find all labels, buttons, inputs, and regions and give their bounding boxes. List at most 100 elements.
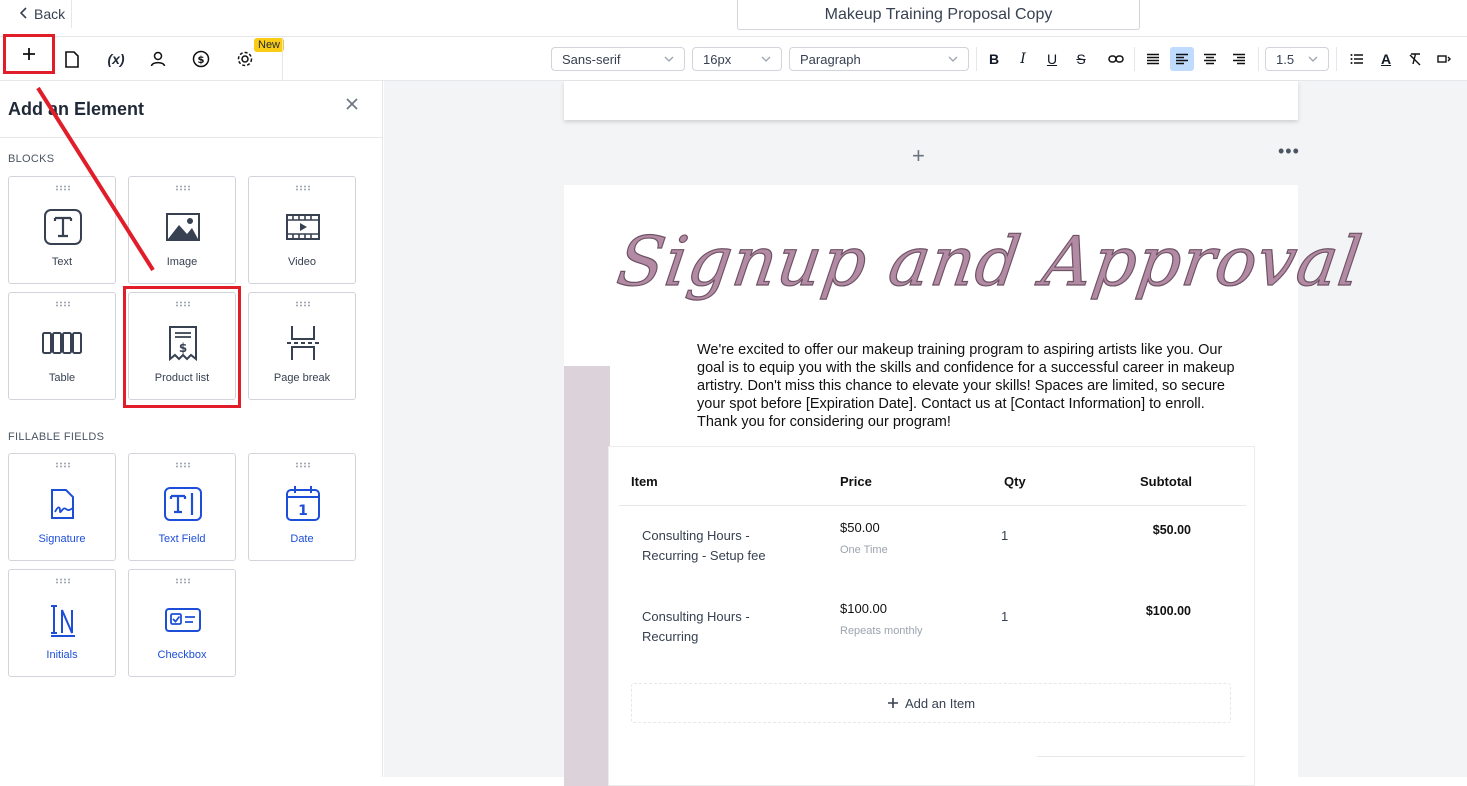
- link-button[interactable]: [1104, 47, 1128, 71]
- pages-button[interactable]: [52, 37, 92, 81]
- chevron-down-icon: [761, 56, 771, 62]
- drag-handle-icon: [56, 185, 70, 191]
- totals-divider: [1037, 756, 1245, 757]
- product-list-table[interactable]: Item Price Qty Subtotal Consulting Hours…: [608, 446, 1255, 786]
- clear-format-button[interactable]: [1403, 47, 1427, 71]
- row-2-price-note: Repeats monthly: [840, 625, 923, 637]
- tile-label: Table: [48, 372, 76, 384]
- document-title[interactable]: Makeup Training Proposal Copy: [737, 0, 1140, 30]
- variables-button[interactable]: (x): [96, 37, 136, 81]
- list-icon: [1350, 54, 1363, 64]
- svg-text:$: $: [198, 55, 205, 66]
- column-header-qty: Qty: [1004, 474, 1026, 489]
- italic-button[interactable]: I: [1011, 47, 1035, 71]
- block-type-value: Paragraph: [800, 51, 861, 67]
- recipients-button[interactable]: [138, 37, 178, 81]
- add-page-button[interactable]: +: [912, 143, 925, 169]
- text-icon: [44, 209, 82, 245]
- intro-paragraph[interactable]: We're excited to offer our makeup traini…: [697, 341, 1237, 431]
- close-panel-button[interactable]: [343, 95, 361, 113]
- close-icon: [346, 98, 358, 110]
- align-right-button[interactable]: [1227, 47, 1251, 71]
- align-right-icon: [1233, 53, 1245, 65]
- page-options-button[interactable]: •••: [1278, 141, 1300, 162]
- align-justify-icon: [1147, 53, 1159, 65]
- row-1-price[interactable]: $50.00: [840, 518, 880, 538]
- column-header-price: Price: [840, 474, 872, 489]
- bold-button[interactable]: B: [982, 47, 1006, 71]
- list-button[interactable]: [1345, 47, 1369, 71]
- row-1-item-line2[interactable]: Recurring - Setup fee: [642, 546, 766, 566]
- more-format-button[interactable]: [1432, 47, 1456, 71]
- back-label: Back: [34, 6, 66, 22]
- editor-toolbar: (x) $ New Sans-serif 16px Paragraph B I …: [0, 34, 1467, 81]
- row-2-subtotal: $100.00: [1145, 604, 1191, 618]
- tile-label: Signature: [38, 533, 86, 545]
- document-page[interactable]: Signup and Approval We're excited to off…: [564, 185, 1368, 786]
- dollar-icon: $: [192, 50, 210, 68]
- signature-field-tile[interactable]: Signature: [8, 453, 116, 561]
- row-2-qty[interactable]: 1: [1001, 607, 1008, 627]
- page-heading[interactable]: Signup and Approval: [612, 222, 1368, 302]
- text-field-icon: [164, 487, 202, 521]
- chevron-down-icon: [948, 56, 958, 62]
- page-break-block-tile[interactable]: Page break: [248, 292, 356, 400]
- checkbox-icon: [165, 608, 201, 632]
- add-item-button[interactable]: Add an Item: [631, 683, 1231, 723]
- row-2-price[interactable]: $100.00: [840, 599, 887, 619]
- toolbar-divider: [1258, 47, 1259, 71]
- checkbox-field-tile[interactable]: Checkbox: [128, 569, 236, 677]
- back-button[interactable]: Back: [8, 0, 72, 28]
- block-type-select[interactable]: Paragraph: [789, 47, 969, 71]
- font-size-select[interactable]: 16px: [692, 47, 782, 71]
- drag-handle-icon: [296, 185, 310, 191]
- font-family-select[interactable]: Sans-serif: [551, 47, 685, 71]
- fillable-section-label: FILLABLE FIELDS: [8, 431, 105, 443]
- image-block-tile[interactable]: Image: [128, 176, 236, 284]
- tile-label: Page break: [273, 372, 331, 384]
- header-divider: [619, 505, 1246, 506]
- drag-handle-icon: [56, 578, 70, 584]
- text-field-tile[interactable]: Text Field: [128, 453, 236, 561]
- link-icon: [1108, 55, 1124, 63]
- row-2-item-line2[interactable]: Recurring: [642, 627, 698, 647]
- font-color-button[interactable]: A: [1374, 47, 1398, 71]
- decorative-sidebar-band: [564, 366, 610, 786]
- page-break-icon: [287, 326, 319, 360]
- tile-label: Checkbox: [157, 649, 207, 661]
- align-justify-button[interactable]: [1141, 47, 1165, 71]
- chevron-down-icon: [1308, 56, 1318, 62]
- line-height-select[interactable]: 1.5: [1265, 47, 1329, 71]
- toolbar-divider: [1134, 47, 1135, 71]
- tile-label: Date: [290, 533, 314, 545]
- document-canvas: + ••• Signup and Approval We're excited …: [384, 81, 1467, 786]
- pricing-button[interactable]: $: [181, 37, 221, 81]
- row-2-item-line1[interactable]: Consulting Hours -: [642, 607, 750, 627]
- video-block-tile[interactable]: Video: [248, 176, 356, 284]
- align-left-button[interactable]: [1170, 47, 1194, 71]
- add-element-button[interactable]: [3, 34, 55, 74]
- date-field-tile[interactable]: 1 Date: [248, 453, 356, 561]
- add-element-panel: Add an Element BLOCKS Text Image Video T…: [0, 81, 383, 777]
- initials-icon: [51, 605, 75, 637]
- plus-icon: [23, 48, 35, 60]
- initials-field-tile[interactable]: Initials: [8, 569, 116, 677]
- table-block-tile[interactable]: Table: [8, 292, 116, 400]
- row-1-subtotal: $50.00: [1152, 523, 1191, 537]
- tile-label: Text Field: [158, 533, 206, 545]
- drag-handle-icon: [56, 462, 70, 468]
- italic-icon: I: [1020, 51, 1026, 67]
- underline-button[interactable]: U: [1040, 47, 1064, 71]
- user-icon: [150, 51, 166, 67]
- row-1-item-line1[interactable]: Consulting Hours -: [642, 526, 750, 546]
- strikethrough-button[interactable]: S: [1069, 47, 1093, 71]
- plus-icon: +: [912, 143, 925, 168]
- chevron-left-icon: [19, 6, 28, 22]
- font-color-icon: A: [1380, 51, 1392, 67]
- align-center-button[interactable]: [1198, 47, 1222, 71]
- row-1-qty[interactable]: 1: [1001, 526, 1008, 546]
- signature-icon: [51, 489, 74, 519]
- drag-handle-icon: [296, 301, 310, 307]
- text-block-tile[interactable]: Text: [8, 176, 116, 284]
- previous-page[interactable]: [564, 81, 1298, 120]
